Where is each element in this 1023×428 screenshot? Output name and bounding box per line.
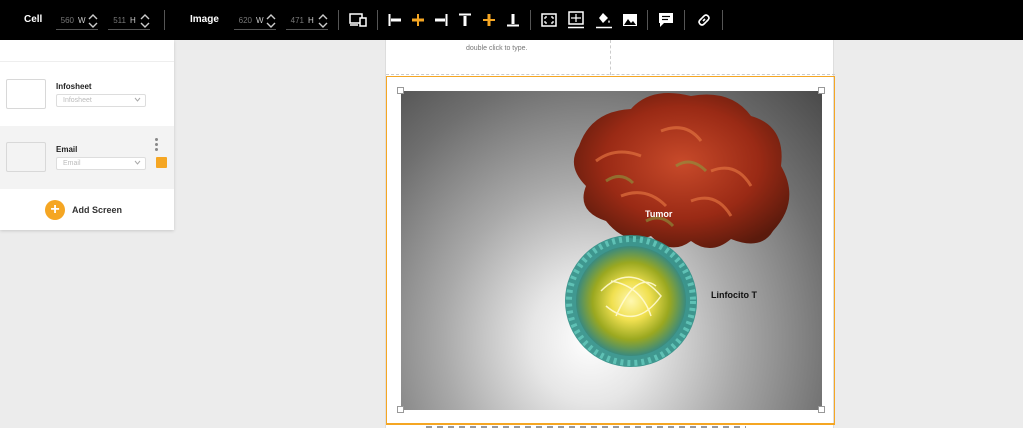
image-badge-icon <box>156 157 167 168</box>
image-label: Image <box>190 14 219 25</box>
image-illustration <box>565 92 790 367</box>
crop-image-icon[interactable] <box>567 11 585 29</box>
chevron-down-icon <box>134 159 141 170</box>
stepper-icon[interactable] <box>266 13 276 29</box>
align-right-icon[interactable] <box>432 11 450 29</box>
add-screen-label: Add Screen <box>72 205 123 215</box>
replace-image-icon[interactable] <box>621 11 639 29</box>
stepper-icon[interactable] <box>140 13 150 29</box>
panel-top-strip <box>0 40 174 62</box>
link-icon[interactable] <box>695 11 713 29</box>
lymphocyte-label: Linfocito T <box>711 290 757 300</box>
screen-title: Email <box>56 145 78 154</box>
toolbar-divider <box>684 10 685 30</box>
add-screen-button[interactable]: + Add Screen <box>45 200 122 220</box>
screen-thumbnail[interactable] <box>6 142 46 172</box>
stepper-icon[interactable] <box>318 13 328 29</box>
toolbar-divider <box>164 10 165 30</box>
resize-handle-bottom-left[interactable] <box>397 406 404 413</box>
resize-handle-top-left[interactable] <box>397 87 404 94</box>
cell-divider <box>610 40 611 75</box>
cell-height-input[interactable]: 511 H <box>108 11 150 30</box>
screen-title: Infosheet <box>56 82 92 91</box>
resize-handle-bottom-right[interactable] <box>818 406 825 413</box>
selected-image-cell[interactable]: Tumor Linfocito T <box>386 76 835 424</box>
screen-select[interactable]: Infosheet <box>56 94 146 107</box>
screens-panel: Infosheet Infosheet Email Email + Add Sc… <box>0 40 174 230</box>
text-placeholder-hint[interactable]: double click to type. <box>466 45 527 52</box>
screen-item-email[interactable]: Email Email <box>0 126 174 189</box>
cell-width-input[interactable]: 560 W <box>56 11 98 30</box>
tumor-lymphocyte-image[interactable]: Tumor Linfocito T <box>401 91 822 410</box>
text-cells-row[interactable]: double click to type. <box>386 40 835 75</box>
screen-select[interactable]: Email <box>56 157 146 170</box>
image-height-input[interactable]: 471 H <box>286 11 328 30</box>
more-options-icon[interactable] <box>155 138 159 152</box>
fit-image-icon[interactable] <box>540 11 558 29</box>
toolbar-divider <box>647 10 648 30</box>
align-center-vertical-icon[interactable] <box>480 11 498 29</box>
align-left-icon[interactable] <box>386 11 404 29</box>
toolbar: Cell 560 W 511 H Image 620 W 471 H <box>0 0 1023 40</box>
comment-icon[interactable] <box>657 11 675 29</box>
fill-color-icon[interactable] <box>595 11 613 29</box>
email-canvas: double click to type. Tumor Linfocito T <box>385 40 835 428</box>
stepper-icon[interactable] <box>88 13 98 29</box>
tumor-label: Tumor <box>645 209 673 219</box>
plus-icon: + <box>45 200 65 220</box>
image-width-input[interactable]: 620 W <box>234 11 276 30</box>
align-bottom-icon[interactable] <box>504 11 522 29</box>
align-center-horizontal-icon[interactable] <box>409 11 427 29</box>
align-top-icon[interactable] <box>456 11 474 29</box>
chevron-down-icon <box>134 96 141 107</box>
toolbar-divider <box>377 10 378 30</box>
toolbar-divider <box>338 10 339 30</box>
screen-item-infosheet[interactable]: Infosheet Infosheet <box>0 63 174 126</box>
responsive-icon[interactable] <box>349 11 367 29</box>
screen-thumbnail[interactable] <box>6 79 46 109</box>
toolbar-divider <box>722 10 723 30</box>
resize-handle-top-right[interactable] <box>818 87 825 94</box>
cell-label: Cell <box>24 14 43 25</box>
toolbar-divider <box>530 10 531 30</box>
